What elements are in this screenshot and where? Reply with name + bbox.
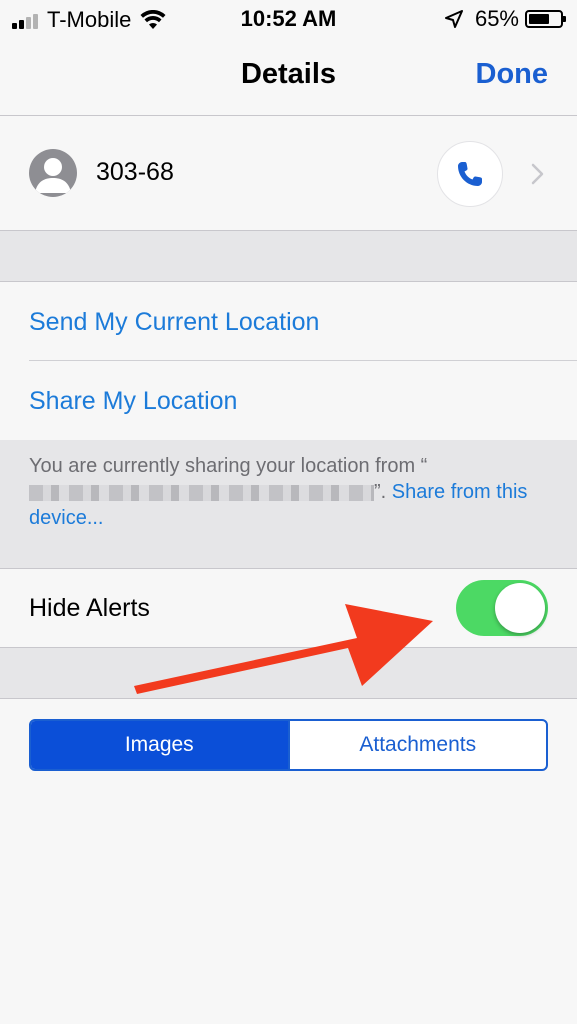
note-prefix: You are currently sharing your location … — [29, 455, 428, 477]
phone-icon — [458, 162, 482, 186]
location-note-text: You are currently sharing your location … — [29, 453, 549, 531]
status-right: 65% — [444, 6, 566, 32]
contact-name: 303-68 — [96, 158, 174, 186]
redacted-device-name — [29, 484, 374, 501]
chevron-right-icon[interactable] — [530, 162, 546, 186]
battery-fill — [529, 14, 549, 24]
avatar-icon — [29, 149, 77, 197]
send-location-button[interactable]: Send My Current Location — [29, 308, 319, 337]
share-location-button[interactable]: Share My Location — [29, 387, 237, 416]
status-bar: T-Mobile 10:52 AM 65% — [0, 0, 577, 38]
location-arrow-icon — [444, 10, 463, 28]
share-location-row[interactable]: Share My Location — [0, 361, 577, 440]
navigation-bar: Details Done — [0, 38, 577, 116]
done-button[interactable]: Done — [476, 58, 549, 91]
contact-row[interactable]: 303-68 — [0, 117, 577, 230]
send-location-row[interactable]: Send My Current Location — [0, 282, 577, 361]
hide-alerts-toggle[interactable] — [456, 580, 548, 636]
section-gap — [0, 647, 577, 699]
note-suffix: ”. — [374, 481, 387, 503]
battery-percent: 65% — [474, 6, 519, 31]
segment-images[interactable]: Images — [31, 721, 288, 769]
location-sharing-note: You are currently sharing your location … — [0, 440, 577, 569]
segment-attachments[interactable]: Attachments — [287, 721, 547, 769]
call-button[interactable] — [437, 141, 503, 207]
hide-alerts-row: Hide Alerts — [0, 569, 577, 647]
section-gap — [0, 230, 577, 282]
battery-icon — [525, 10, 566, 28]
media-segmented-control: Images Attachments — [29, 719, 548, 771]
hide-alerts-label: Hide Alerts — [29, 594, 150, 622]
toggle-knob — [495, 583, 545, 633]
